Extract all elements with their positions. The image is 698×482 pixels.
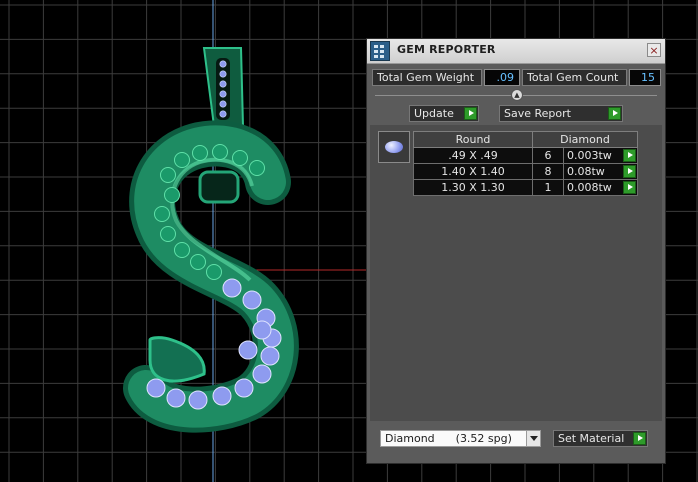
gem-weight-cell: 0.08tw	[563, 163, 638, 180]
gem-list-area: Round Diamond .49 X .49 6 0.003tw 1.40 X…	[370, 125, 662, 421]
gem-shape-icon	[385, 141, 403, 153]
update-button-label: Update	[414, 107, 454, 120]
bail-gem	[219, 80, 227, 88]
blue-diamond	[234, 378, 254, 398]
blue-diamond	[212, 386, 232, 406]
green-stone	[192, 145, 208, 161]
table-row[interactable]: .49 X .49 6 0.003tw	[413, 147, 638, 164]
green-stone	[190, 254, 206, 270]
green-stone	[249, 160, 265, 176]
panel-titlebar[interactable]: GEM REPORTER ×	[367, 39, 665, 64]
table-header-row: Round Diamond	[413, 131, 638, 148]
table-row[interactable]: 1.40 X 1.40 8 0.08tw	[413, 163, 638, 180]
green-stone	[160, 226, 176, 242]
green-stone	[206, 264, 222, 280]
green-stone	[164, 187, 180, 203]
gem-count-cell: 6	[532, 147, 564, 164]
blue-diamond	[166, 388, 186, 408]
play-arrow-icon	[608, 107, 621, 120]
bail-gem	[219, 90, 227, 98]
round-diamond-icon[interactable]	[378, 131, 410, 163]
collapse-toggle-icon[interactable]: ▲	[511, 89, 523, 101]
bail-gem	[219, 60, 227, 68]
set-material-button-label: Set Material	[558, 432, 625, 445]
table-row[interactable]: 1.30 X 1.30 1 0.008tw	[413, 179, 638, 196]
gem-weight-cell: 0.008tw	[563, 179, 638, 196]
update-button[interactable]: Update	[409, 105, 479, 122]
save-report-button[interactable]: Save Report	[499, 105, 623, 122]
green-stone	[160, 167, 176, 183]
green-stone	[232, 150, 248, 166]
bail-gem	[219, 110, 227, 118]
play-arrow-icon	[633, 432, 646, 445]
blue-diamond	[260, 346, 280, 366]
save-report-button-label: Save Report	[504, 107, 571, 120]
column-header-cut: Round	[413, 131, 533, 148]
gem-weight-text: 0.08tw	[567, 165, 605, 178]
gem-table: Round Diamond .49 X .49 6 0.003tw 1.40 X…	[413, 131, 638, 196]
panel-title: GEM REPORTER	[397, 43, 496, 56]
gem-weight-text: 0.008tw	[567, 181, 612, 194]
gem-reporter-panel: GEM REPORTER × Total Gem Weight .09 Tota…	[366, 38, 666, 464]
play-arrow-icon	[464, 107, 477, 120]
total-gem-weight-label: Total Gem Weight	[372, 69, 482, 86]
green-stone	[212, 144, 228, 160]
gem-weight-text: 0.003tw	[567, 149, 612, 162]
bail-gem	[219, 70, 227, 78]
green-stone	[174, 242, 190, 258]
total-gem-weight-value: .09	[484, 69, 520, 86]
gem-size-cell: .49 X .49	[413, 147, 533, 164]
set-material-button[interactable]: Set Material	[553, 430, 648, 447]
total-gem-count-value: 15	[629, 69, 661, 86]
blue-diamond	[146, 378, 166, 398]
chevron-down-icon[interactable]	[526, 431, 540, 446]
pendant-top-opening	[198, 170, 240, 204]
total-gem-count-label: Total Gem Count	[522, 69, 627, 86]
material-dropdown-value: Diamond (3.52 spg)	[385, 432, 512, 445]
row-select-play-icon[interactable]	[623, 165, 636, 178]
gem-count-cell: 8	[532, 163, 564, 180]
blue-diamond	[252, 320, 272, 340]
column-header-material: Diamond	[532, 131, 638, 148]
green-stone	[174, 152, 190, 168]
row-select-play-icon[interactable]	[623, 181, 636, 194]
gem-reporter-app-icon	[370, 41, 390, 61]
blue-diamond	[238, 340, 258, 360]
pendant-tail-leaf	[148, 336, 206, 383]
gem-count-cell: 1	[532, 179, 564, 196]
gem-weight-cell: 0.003tw	[563, 147, 638, 164]
green-stone	[154, 206, 170, 222]
blue-diamond	[188, 390, 208, 410]
blue-diamond	[222, 278, 242, 298]
gem-size-cell: 1.40 X 1.40	[413, 163, 533, 180]
gem-size-cell: 1.30 X 1.30	[413, 179, 533, 196]
close-button[interactable]: ×	[647, 43, 661, 57]
blue-diamond	[252, 364, 272, 384]
bail-gem	[219, 100, 227, 108]
row-select-play-icon[interactable]	[623, 149, 636, 162]
blue-diamond	[242, 290, 262, 310]
material-dropdown[interactable]: Diamond (3.52 spg)	[380, 430, 541, 447]
